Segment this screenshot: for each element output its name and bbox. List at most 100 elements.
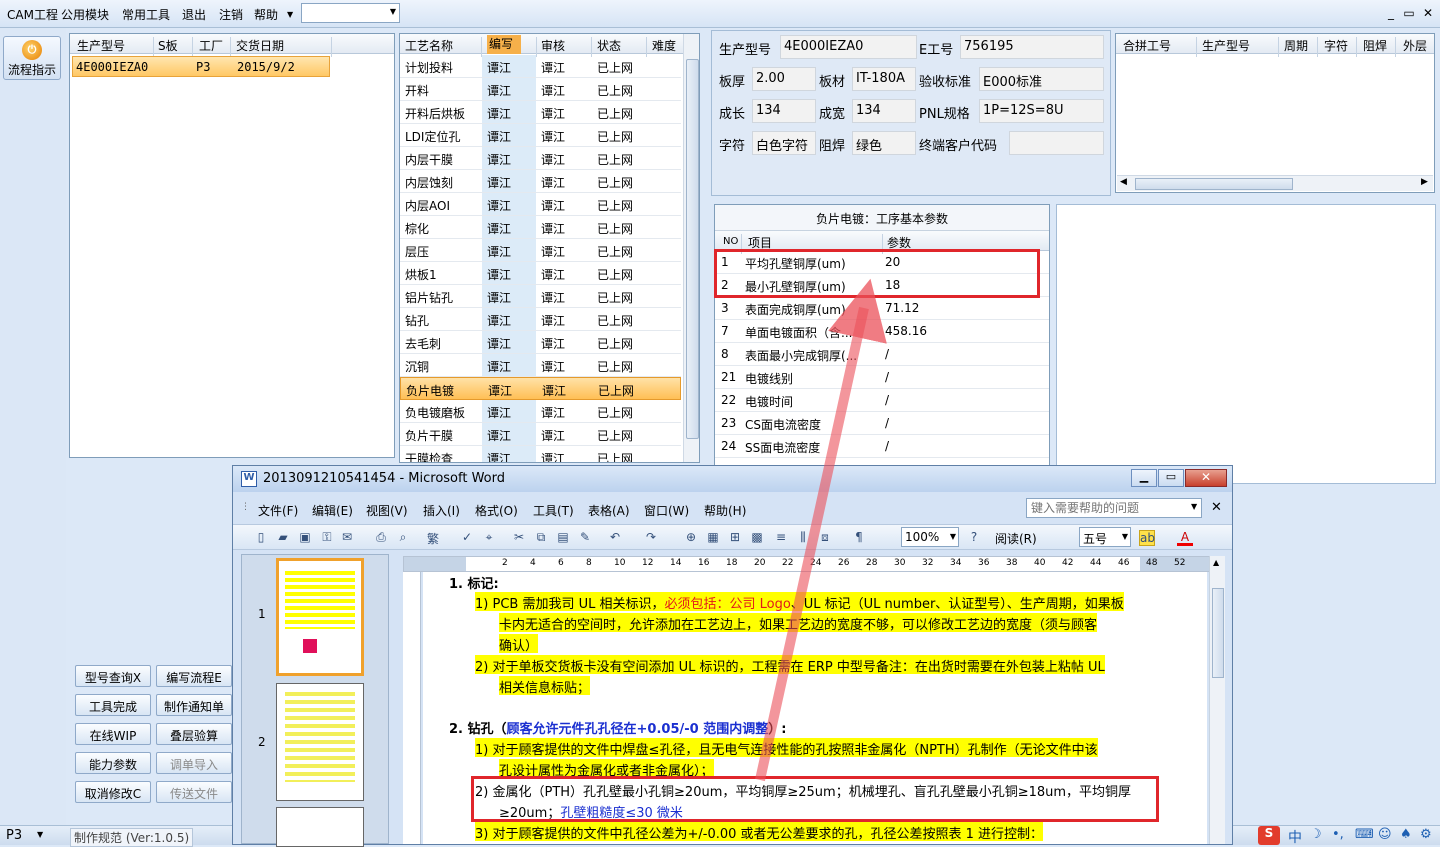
table-row[interactable]: 干膜检查 谭江 谭江 已上网 bbox=[400, 446, 681, 462]
table-row[interactable]: 负电镀磨板 谭江 谭江 已上网 bbox=[400, 400, 681, 423]
col-mask[interactable]: 阻焊 bbox=[1363, 37, 1387, 54]
shirt-icon[interactable]: ♠ bbox=[1400, 827, 1412, 842]
spelling-icon[interactable]: ✓ bbox=[459, 530, 475, 546]
table-row[interactable]: LDI定位孔 谭江 谭江 已上网 bbox=[400, 124, 681, 147]
factory-status[interactable]: P3 bbox=[6, 828, 22, 843]
word-help-search[interactable] bbox=[1026, 498, 1202, 518]
table-row[interactable]: 钻孔 谭江 谭江 已上网 bbox=[400, 308, 681, 331]
page-thumbnail-3[interactable] bbox=[276, 807, 364, 847]
word-app-icon[interactable]: W bbox=[241, 471, 257, 487]
table-row[interactable]: 去毛刺 谭江 谭江 已上网 bbox=[400, 331, 681, 354]
process-scrollbar[interactable] bbox=[683, 34, 699, 462]
close-icon[interactable]: ✕ bbox=[1420, 6, 1436, 20]
menu-logout[interactable]: 注销 bbox=[219, 6, 243, 23]
chevron-down-icon[interactable]: ▼ bbox=[1191, 502, 1197, 511]
e-no-field[interactable]: 756195 bbox=[960, 35, 1104, 59]
material-field[interactable]: IT-180A bbox=[852, 67, 916, 91]
scroll-up-icon[interactable]: ▲ bbox=[1213, 558, 1219, 567]
new-doc-icon[interactable]: ▯ bbox=[253, 530, 269, 546]
word-menu-view[interactable]: 视图(V) bbox=[366, 502, 408, 519]
copy-icon[interactable]: ⧉ bbox=[533, 530, 549, 546]
keyboard-icon[interactable]: ⌨ bbox=[1355, 827, 1374, 842]
table-row[interactable]: 3 表面完成铜厚(um) 71.12 bbox=[715, 297, 1049, 320]
scroll-left-icon[interactable]: ◀ bbox=[1120, 177, 1127, 187]
table-row[interactable]: 4E000IEZA0 P3 2015/9/2 bbox=[72, 56, 330, 77]
mask-field[interactable]: 绿色 bbox=[852, 131, 916, 155]
table-row[interactable]: 开料 谭江 谭江 已上网 bbox=[400, 78, 681, 101]
model-field[interactable]: 4E000IEZA0 bbox=[780, 35, 917, 59]
process-scroll-thumb[interactable] bbox=[686, 59, 699, 439]
col-author[interactable]: 编写 bbox=[487, 35, 522, 54]
sogou-ime-icon[interactable]: S bbox=[1258, 826, 1280, 845]
word-restore-icon[interactable]: ▭ bbox=[1158, 469, 1184, 487]
insert-excel-icon[interactable]: ▩ bbox=[749, 530, 765, 546]
zoom-combo[interactable]: 100% ▼ bbox=[901, 527, 959, 547]
tables-borders-icon[interactable]: ▦ bbox=[705, 530, 721, 546]
table-row[interactable]: 负片电镀 谭江 谭江 已上网 bbox=[400, 377, 681, 400]
hyperlink-icon[interactable]: ⊕ bbox=[683, 530, 699, 546]
col-s-board[interactable]: S板 bbox=[158, 37, 178, 54]
table-row[interactable]: 沉铜 谭江 谭江 已上网 bbox=[400, 354, 681, 377]
word-menu-window[interactable]: 窗口(W) bbox=[644, 502, 689, 519]
word-menu-edit[interactable]: 编辑(E) bbox=[312, 502, 353, 519]
minimize-icon[interactable]: _ bbox=[1383, 6, 1399, 20]
merge-scrollbar[interactable]: ◀ ▶ bbox=[1117, 175, 1433, 191]
col-model[interactable]: 生产型号 bbox=[77, 37, 125, 54]
pnl-field[interactable]: 1P=12S=8U bbox=[979, 99, 1104, 123]
font-size-combo[interactable]: 五号 ▼ bbox=[1079, 527, 1131, 547]
table-row[interactable]: 烘板1 谭江 谭江 已上网 bbox=[400, 262, 681, 285]
table-row[interactable]: 铝片钻孔 谭江 谭江 已上网 bbox=[400, 285, 681, 308]
col-status[interactable]: 状态 bbox=[597, 37, 621, 54]
word-menu-insert[interactable]: 插入(I) bbox=[423, 502, 460, 519]
word-close-icon[interactable]: ✕ bbox=[1185, 469, 1227, 487]
edit-flow-button[interactable]: 编写流程E bbox=[156, 665, 232, 687]
paste-icon[interactable]: ▤ bbox=[555, 530, 571, 546]
undo-icon[interactable]: ↶ bbox=[607, 530, 623, 546]
end-customer-field[interactable] bbox=[1009, 131, 1104, 155]
vertical-ruler[interactable] bbox=[403, 572, 421, 844]
ime-mode[interactable]: 中 bbox=[1288, 827, 1302, 847]
thickness-field[interactable]: 2.00 bbox=[752, 67, 816, 91]
font-color-icon[interactable]: A bbox=[1177, 530, 1193, 546]
word-menu-format[interactable]: 格式(O) bbox=[475, 502, 518, 519]
table-row[interactable]: 内层干膜 谭江 谭江 已上网 bbox=[400, 147, 681, 170]
make-notice-button[interactable]: 制作通知单 bbox=[156, 694, 232, 716]
save-icon[interactable]: ▣ bbox=[297, 530, 313, 546]
cut-icon[interactable]: ✂ bbox=[511, 530, 527, 546]
print-icon[interactable]: ⎙ bbox=[373, 530, 389, 546]
page-thumbnail-2[interactable] bbox=[276, 683, 364, 801]
menu-combo[interactable]: ▼ bbox=[301, 3, 400, 23]
table-row[interactable]: 21 电镀线别 / bbox=[715, 366, 1049, 389]
merge-scroll-thumb[interactable] bbox=[1135, 178, 1293, 190]
col-process-name[interactable]: 工艺名称 bbox=[405, 37, 453, 54]
online-wip-button[interactable]: 在线WIP bbox=[75, 723, 151, 745]
table-row[interactable]: 计划投料 谭江 谭江 已上网 bbox=[400, 55, 681, 78]
col-cycle[interactable]: 周期 bbox=[1284, 37, 1308, 54]
menu-common-modules[interactable]: 公用模块 bbox=[61, 6, 109, 23]
drawing-icon[interactable]: ⫼ bbox=[795, 530, 811, 546]
doc-close-icon[interactable]: ✕ bbox=[1211, 500, 1222, 515]
width-field[interactable]: 134 bbox=[852, 99, 916, 123]
document-scroll-thumb[interactable] bbox=[1212, 588, 1224, 678]
col-difficulty[interactable]: 难度 bbox=[652, 37, 676, 54]
standard-field[interactable]: E000标准 bbox=[979, 67, 1104, 91]
flow-guide-button[interactable]: ⏻ 流程指示 bbox=[3, 36, 61, 80]
col-char[interactable]: 字符 bbox=[1324, 37, 1348, 54]
cancel-edit-button[interactable]: 取消修改C bbox=[75, 781, 151, 803]
format-painter-icon[interactable]: ✎ bbox=[577, 530, 593, 546]
capability-params-button[interactable]: 能力参数 bbox=[75, 752, 151, 774]
table-row[interactable]: 负片干膜 谭江 谭江 已上网 bbox=[400, 423, 681, 446]
table-row[interactable]: 7 单面电镀面积（含... 458.16 bbox=[715, 320, 1049, 343]
table-row[interactable]: 开料后烘板 谭江 谭江 已上网 bbox=[400, 101, 681, 124]
menu-cam[interactable]: CAM工程 bbox=[7, 6, 58, 23]
word-menu-file[interactable]: 文件(F) bbox=[258, 502, 298, 519]
menu-exit[interactable]: 退出 bbox=[182, 6, 206, 23]
moon-icon[interactable]: ☽ bbox=[1310, 827, 1322, 842]
traditional-chinese-icon[interactable]: 繁 bbox=[425, 530, 441, 546]
table-row[interactable]: 24 SS面电流密度 / bbox=[715, 435, 1049, 458]
tools-icon[interactable]: ⚙ bbox=[1420, 827, 1432, 842]
table-row[interactable]: 8 表面最小完成铜厚(... / bbox=[715, 343, 1049, 366]
redo-icon[interactable]: ↷ bbox=[643, 530, 659, 546]
col-no[interactable]: NO bbox=[723, 236, 738, 247]
tool-complete-button[interactable]: 工具完成 bbox=[75, 694, 151, 716]
